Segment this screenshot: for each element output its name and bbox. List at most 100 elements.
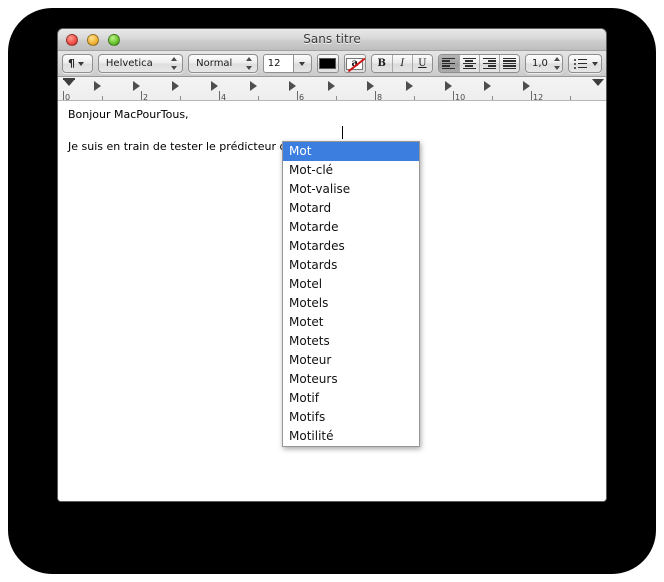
ruler-tick-label: 0 — [65, 93, 71, 101]
prediction-item[interactable]: Motet — [283, 313, 419, 332]
ruler-tick-label: 8 — [377, 93, 383, 101]
prediction-item[interactable]: Mot-clé — [283, 161, 419, 180]
list-style-popup[interactable] — [568, 54, 602, 73]
ruler-minor-tick — [180, 96, 181, 100]
word-prediction-popup[interactable]: Mot Mot-clé Mot-valise Motard Motarde Motarde… — [282, 141, 420, 447]
prediction-item[interactable]: Mot-valise — [283, 180, 419, 199]
tab-stop-marker[interactable] — [289, 81, 296, 91]
italic-label: I — [400, 58, 405, 69]
ruler-tick-label: 12 — [533, 93, 544, 101]
align-justify-icon — [502, 58, 516, 69]
prediction-item[interactable]: Motifs — [283, 408, 419, 427]
underline-button[interactable]: U — [411, 55, 432, 72]
prediction-item[interactable]: Motels — [283, 294, 419, 313]
text-color-button[interactable] — [316, 54, 339, 73]
align-left-button[interactable] — [438, 55, 459, 72]
updown-arrows-icon — [553, 57, 561, 70]
left-indent-marker[interactable] — [63, 79, 75, 86]
line-spacing-control[interactable]: 1,0 — [525, 54, 563, 73]
ruler-minor-tick — [414, 96, 415, 100]
document-blank-line — [68, 123, 596, 139]
ruler-minor-tick — [570, 96, 571, 100]
underline-label: U — [418, 58, 427, 69]
font-family-popup[interactable]: Helvetica — [97, 54, 184, 73]
tab-stop-marker[interactable] — [523, 81, 530, 91]
prediction-item[interactable]: Motardes — [283, 237, 419, 256]
window-title: Sans titre — [303, 32, 361, 46]
tab-stop-marker[interactable] — [211, 81, 218, 91]
bold-label: B — [377, 58, 386, 69]
chevron-down-icon — [592, 61, 598, 66]
ruler-major-tick — [375, 91, 376, 100]
tab-stop-marker[interactable] — [328, 81, 335, 91]
align-right-icon — [482, 58, 496, 69]
window-titlebar[interactable]: Sans titre — [58, 29, 606, 51]
document-ruler[interactable]: 024681012141618 — [58, 77, 606, 101]
word-prediction-list: Mot Mot-clé Mot-valise Motard Motarde Motarde… — [283, 142, 419, 446]
align-center-icon — [462, 58, 476, 69]
tab-stop-marker[interactable] — [250, 81, 257, 91]
font-size-input[interactable]: 12 — [262, 54, 293, 73]
text-caret — [342, 126, 343, 139]
align-justify-button[interactable] — [498, 55, 519, 72]
ruler-minor-tick — [258, 96, 259, 100]
line-spacing-value: 1,0 — [532, 58, 548, 69]
ruler-major-tick — [63, 91, 64, 100]
prediction-item[interactable]: Motel — [283, 275, 419, 294]
text-style-popup[interactable]: Normal — [188, 54, 258, 73]
prediction-item[interactable]: Moteur — [283, 351, 419, 370]
bullet-list-icon — [574, 58, 587, 69]
align-left-icon — [442, 58, 456, 69]
document-line: Bonjour MacPourTous, — [68, 108, 189, 121]
ruler-major-tick — [297, 91, 298, 100]
left-indent-bar — [63, 78, 75, 80]
text-alignment-group — [437, 54, 520, 73]
ruler-tick-label: 4 — [221, 93, 227, 101]
prediction-item[interactable]: Motards — [283, 256, 419, 275]
chevron-down-icon — [78, 61, 84, 66]
ruler-minor-tick — [336, 96, 337, 100]
prediction-item[interactable]: Moteurs — [283, 370, 419, 389]
tab-stop-marker[interactable] — [445, 81, 452, 91]
background-color-swatch: a — [346, 57, 366, 72]
chevron-down-icon — [299, 61, 306, 66]
prediction-item[interactable]: Motard — [283, 199, 419, 218]
prediction-item[interactable]: Motarde — [283, 218, 419, 237]
prediction-item[interactable]: Mot — [283, 142, 419, 161]
paragraph-style-popup[interactable]: ¶ — [62, 54, 93, 73]
ruler-tick-label: 10 — [455, 93, 466, 101]
tab-stop-marker[interactable] — [133, 81, 140, 91]
bold-button[interactable]: B — [371, 55, 392, 72]
align-center-button[interactable] — [458, 55, 479, 72]
formatting-toolbar: ¶ Helvetica Normal 12 a B I U 1,0 — [58, 51, 606, 77]
prediction-item[interactable]: Motets — [283, 332, 419, 351]
tab-stop-marker[interactable] — [367, 81, 374, 91]
prediction-item[interactable]: Motif — [283, 389, 419, 408]
text-color-swatch — [319, 58, 337, 69]
italic-button[interactable]: I — [391, 55, 412, 72]
text-style-value: Normal — [196, 58, 233, 69]
updown-arrows-icon — [245, 57, 253, 70]
tab-stop-marker[interactable] — [484, 81, 491, 91]
ruler-major-tick — [219, 91, 220, 100]
align-right-button[interactable] — [478, 55, 499, 72]
font-family-value: Helvetica — [105, 58, 153, 69]
updown-arrows-icon — [170, 57, 178, 70]
background-color-button[interactable]: a — [343, 54, 366, 73]
ruler-tick-label: 2 — [143, 93, 149, 101]
font-size-control: 12 — [262, 54, 312, 73]
ruler-major-tick — [453, 91, 454, 100]
right-indent-marker[interactable] — [592, 79, 604, 86]
prediction-item[interactable]: Motilité — [283, 427, 419, 446]
ruler-minor-tick — [492, 96, 493, 100]
document-text-area[interactable]: Bonjour MacPourTous, Je suis en train de… — [58, 101, 606, 501]
ruler-major-tick — [141, 91, 142, 100]
font-size-dropdown-button[interactable] — [292, 54, 312, 73]
tab-stop-marker[interactable] — [406, 81, 413, 91]
ruler-major-tick — [531, 91, 532, 100]
pilcrow-icon: ¶ — [68, 57, 75, 70]
text-emphasis-group: B I U — [370, 54, 433, 73]
tab-stop-marker[interactable] — [94, 81, 101, 91]
tab-stop-marker[interactable] — [172, 81, 179, 91]
ruler-tick-label: 6 — [299, 93, 305, 101]
